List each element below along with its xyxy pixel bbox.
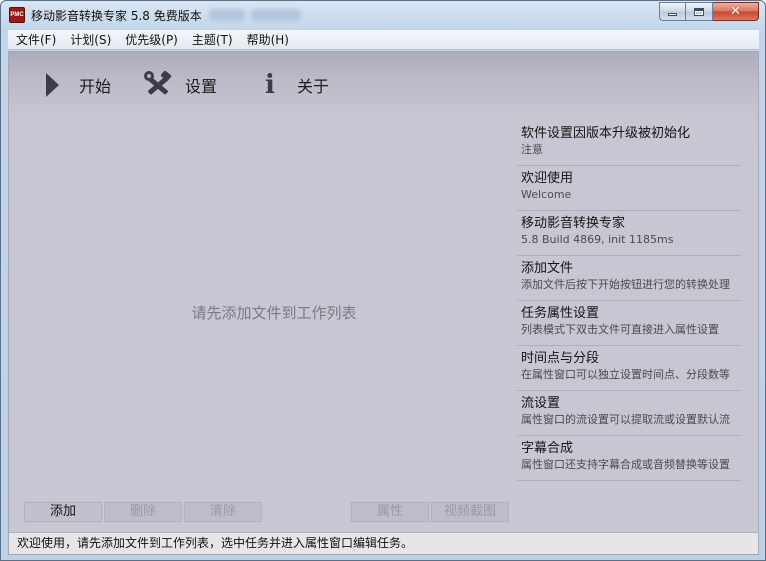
play-icon (35, 70, 69, 100)
menu-help[interactable]: 帮助(H) (239, 30, 295, 50)
info-item[interactable]: 字幕合成 属性窗口还支持字幕合成或音频替换等设置 (517, 436, 741, 481)
delete-button[interactable]: 删除 (104, 502, 182, 522)
menu-bar: 文件(F) 计划(S) 优先级(P) 主题(T) 帮助(H) (8, 30, 759, 50)
menu-file[interactable]: 文件(F) (8, 30, 62, 50)
info-item-subtitle: 列表模式下双击文件可直接进入属性设置 (521, 323, 719, 336)
title-bar[interactable]: PMC 移动影音转换专家 5.8 免费版本 ✕ (1, 1, 765, 30)
info-item-title: 欢迎使用 (521, 171, 574, 186)
clear-button[interactable]: 清除 (184, 502, 262, 522)
info-item-title: 流设置 (521, 396, 561, 411)
info-item-subtitle: 5.8 Build 4869, init 1185ms (521, 233, 674, 246)
info-icon: i (265, 70, 275, 100)
info-item-title: 移动影音转换专家 (521, 216, 626, 231)
start-label: 开始 (79, 77, 112, 96)
info-panel: 软件设置因版本升级被初始化 注意 欢迎使用 Welcome 移动影音转换专家 5… (517, 121, 741, 481)
properties-button[interactable]: 属性 (351, 502, 429, 522)
about-button[interactable]: i 关于 (253, 70, 329, 100)
info-item-title: 时间点与分段 (521, 351, 600, 366)
minimize-icon (668, 13, 677, 16)
snapshot-button[interactable]: 视频截图 (431, 502, 509, 522)
tools-icon (141, 70, 175, 100)
window-title: 移动影音转换专家 5.8 免费版本 (31, 9, 202, 23)
info-item[interactable]: 添加文件 添加文件后按下开始按钮进行您的转换处理 (517, 256, 741, 301)
info-item-title: 软件设置因版本升级被初始化 (521, 126, 691, 141)
settings-label: 设置 (185, 77, 218, 96)
minimize-button[interactable] (659, 2, 686, 21)
app-window: PMC 移动影音转换专家 5.8 免费版本 ✕ 文件(F) 计划(S) 优先级(… (0, 0, 766, 561)
info-item[interactable]: 流设置 属性窗口的流设置可以提取流或设置默认流 (517, 391, 741, 436)
add-button[interactable]: 添加 (24, 502, 102, 522)
info-item[interactable]: 时间点与分段 在属性窗口可以独立设置时间点、分段数等 (517, 346, 741, 391)
empty-list-hint: 请先添加文件到工作列表 (191, 304, 357, 322)
menu-theme[interactable]: 主题(T) (184, 30, 239, 50)
maximize-icon (694, 7, 704, 16)
close-button[interactable]: ✕ (713, 2, 759, 21)
maximize-button[interactable] (686, 2, 713, 21)
settings-button[interactable]: 设置 (141, 70, 217, 100)
info-item-title: 添加文件 (521, 261, 574, 276)
blurred-title-area (209, 9, 245, 21)
info-item-subtitle: 添加文件后按下开始按钮进行您的转换处理 (521, 278, 730, 291)
about-label: 关于 (297, 77, 330, 96)
close-icon: ✕ (730, 4, 741, 19)
start-button[interactable]: 开始 (35, 70, 111, 100)
info-item-subtitle: 属性窗口的流设置可以提取流或设置默认流 (521, 413, 730, 426)
info-item[interactable]: 欢迎使用 Welcome (517, 166, 741, 211)
info-item-subtitle: 注意 (521, 143, 543, 156)
menu-priority[interactable]: 优先级(P) (117, 30, 184, 50)
caption-buttons: ✕ (659, 2, 759, 21)
info-item[interactable]: 任务属性设置 列表模式下双击文件可直接进入属性设置 (517, 301, 741, 346)
blurred-title-area (251, 9, 301, 21)
info-item-subtitle: 属性窗口还支持字幕合成或音频替换等设置 (521, 458, 730, 471)
info-item-subtitle: 在属性窗口可以独立设置时间点、分段数等 (521, 368, 730, 381)
info-item-title: 字幕合成 (521, 441, 574, 456)
status-bar: 欢迎使用，请先添加文件到工作列表，选中任务并进入属性窗口编辑任务。 (9, 532, 758, 554)
app-logo-icon[interactable]: PMC (9, 7, 25, 23)
info-item-title: 任务属性设置 (521, 306, 600, 321)
menu-schedule[interactable]: 计划(S) (62, 30, 117, 50)
toolbar: 开始 设置 i 关于 (9, 52, 758, 120)
info-item-subtitle: Welcome (521, 188, 572, 201)
main-area: 开始 设置 i 关于 请先添加文件到工作列表 软件设置因版本升级被初始化 注意 … (8, 51, 759, 555)
info-item[interactable]: 移动影音转换专家 5.8 Build 4869, init 1185ms (517, 211, 741, 256)
info-item[interactable]: 软件设置因版本升级被初始化 注意 (517, 121, 741, 166)
